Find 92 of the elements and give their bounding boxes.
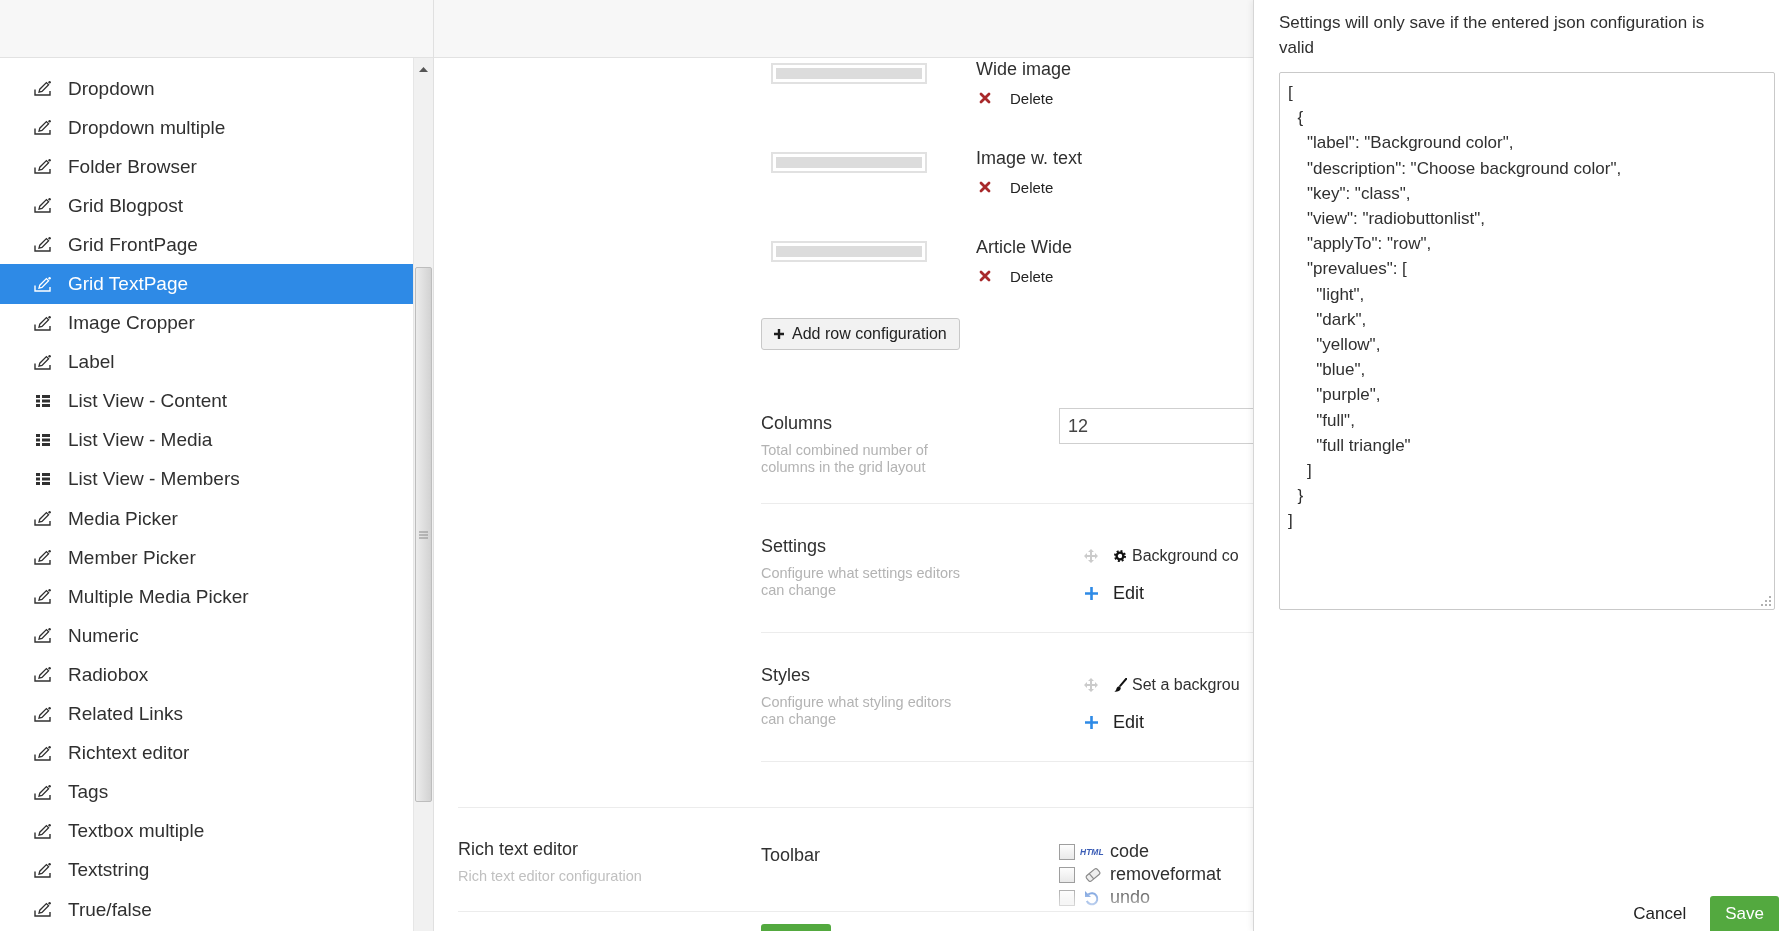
- plus-icon: [1085, 586, 1098, 600]
- option-label: code: [1110, 841, 1150, 862]
- sidebar-item[interactable]: Related Links: [0, 694, 413, 734]
- row-name: Wide image: [976, 58, 1072, 80]
- delete-button[interactable]: Delete: [976, 177, 1054, 197]
- field-label: Toolbar: [761, 844, 822, 867]
- property-label: Rich text editor: [458, 838, 580, 861]
- sidebar-item[interactable]: Richtext editor: [0, 733, 413, 773]
- sidebar-item[interactable]: Label: [0, 342, 413, 382]
- pencil-icon: [34, 159, 51, 175]
- sidebar-item[interactable]: Multiple Media Picker: [0, 577, 413, 617]
- sidebar-item[interactable]: Textbox multiple: [0, 811, 413, 851]
- delete-button[interactable]: Delete: [976, 88, 1054, 108]
- entry-name: Set a backgrou: [1132, 676, 1240, 694]
- list-icon: [36, 395, 50, 408]
- pencil-icon: [34, 81, 51, 97]
- gear-icon: [1114, 550, 1126, 562]
- brush-icon: [1114, 678, 1127, 692]
- cross-icon: [979, 270, 991, 282]
- list-icon: [36, 434, 50, 447]
- pencil-icon: [34, 589, 51, 605]
- property-description: Rich text editor configuration: [458, 867, 643, 885]
- pencil-icon: [34, 784, 51, 800]
- pencil-icon: [34, 237, 51, 253]
- sidebar-item[interactable]: Folder Browser: [0, 147, 413, 187]
- pencil-icon: [34, 198, 51, 214]
- resize-grip-icon: [1761, 596, 1771, 606]
- cancel-button[interactable]: Cancel: [1633, 896, 1687, 931]
- sidebar-item[interactable]: Grid Blogpost: [0, 186, 413, 226]
- cross-icon: [979, 181, 991, 193]
- sidebar-item[interactable]: Numeric: [0, 616, 413, 656]
- cross-icon: [979, 92, 991, 104]
- number-input[interactable]: 12: [1059, 408, 1253, 444]
- field-label: Styles: [761, 664, 812, 687]
- sidebar-item[interactable]: True/false: [0, 889, 413, 930]
- html-icon: HTML: [1080, 846, 1104, 857]
- grip-icon: [419, 530, 428, 539]
- checkbox[interactable]: [1059, 843, 1075, 860]
- sidebar-item[interactable]: Radiobox: [0, 655, 413, 695]
- move-icon[interactable]: [1084, 549, 1098, 563]
- pencil-icon: [34, 120, 51, 136]
- action-button[interactable]: [761, 924, 831, 931]
- option-label: undo: [1110, 887, 1151, 908]
- sidebar-item[interactable]: Grid TextPage: [0, 264, 413, 304]
- edit-button[interactable]: Edit: [1084, 581, 1145, 605]
- pencil-icon: [34, 276, 51, 292]
- field-description: Total combined number of columns in the grid layout: [761, 442, 929, 476]
- pencil-icon: [34, 667, 51, 683]
- sidebar-item[interactable]: Dropdown multiple: [0, 108, 413, 148]
- checkbox[interactable]: [1059, 889, 1075, 906]
- pencil-icon: [34, 902, 51, 917]
- sidebar-item[interactable]: Media Picker: [0, 499, 413, 539]
- plus-icon: [1085, 715, 1098, 729]
- sidebar-item[interactable]: Tags: [0, 772, 413, 812]
- scrollbar[interactable]: [413, 58, 433, 931]
- sidebar-item[interactable]: List View - Members: [0, 459, 413, 500]
- pencil-icon: [34, 628, 51, 644]
- up-arrow-icon[interactable]: [419, 67, 428, 72]
- field-label: Settings: [761, 535, 828, 558]
- field-label: Columns: [761, 412, 834, 435]
- sidebar-item[interactable]: Textstring: [0, 850, 413, 890]
- pencil-icon: [34, 315, 51, 331]
- pencil-icon: [34, 511, 51, 527]
- row-name: Article Wide: [976, 236, 1073, 258]
- pencil-icon: [34, 354, 51, 370]
- sidebar-item[interactable]: Image Cropper: [0, 303, 413, 343]
- sidebar-item[interactable]: List View - Media: [0, 420, 413, 460]
- entry-name: Background co: [1132, 547, 1239, 565]
- move-icon[interactable]: [1084, 678, 1098, 692]
- help-text: Settings will only save if the entered json configuration is valid: [1279, 12, 1706, 59]
- scrollbar-thumb[interactable]: [415, 267, 432, 802]
- sidebar-item[interactable]: Grid FrontPage: [0, 225, 413, 265]
- pencil-icon: [34, 862, 51, 878]
- pencil-icon: [34, 706, 51, 722]
- pencil-icon: [34, 745, 51, 761]
- delete-button[interactable]: Delete: [976, 266, 1054, 286]
- sidebar-item[interactable]: List View - Content: [0, 381, 413, 421]
- pencil-icon: [34, 823, 51, 839]
- pencil-icon: [34, 550, 51, 566]
- checkbox[interactable]: [1059, 866, 1075, 883]
- row-name: Image w. text: [976, 147, 1083, 169]
- sidebar-item[interactable]: Member Picker: [0, 538, 413, 578]
- json-editor-field[interactable]: [ { "label": "Background color", "description": "Choose background color", "key": "class", "view": "radiobuttonlist", "applyTo": "row", "prevalues": [ "light", "dark", "yellow", "blue", "purple", "full", "full triangle" ] } ]: [1279, 72, 1775, 610]
- plus-icon: [774, 329, 784, 339]
- undo-icon: [1084, 889, 1100, 906]
- field-description: Configure what styling editors can change: [761, 694, 953, 728]
- edit-button[interactable]: Edit: [1084, 710, 1145, 734]
- option-label: removeformat: [1110, 864, 1222, 885]
- field-description: Configure what settings editors can change: [761, 565, 962, 599]
- sidebar-item[interactable]: Dropdown: [0, 69, 413, 109]
- list-icon: [36, 473, 50, 486]
- add-row-button[interactable]: Add row configuration: [761, 318, 960, 350]
